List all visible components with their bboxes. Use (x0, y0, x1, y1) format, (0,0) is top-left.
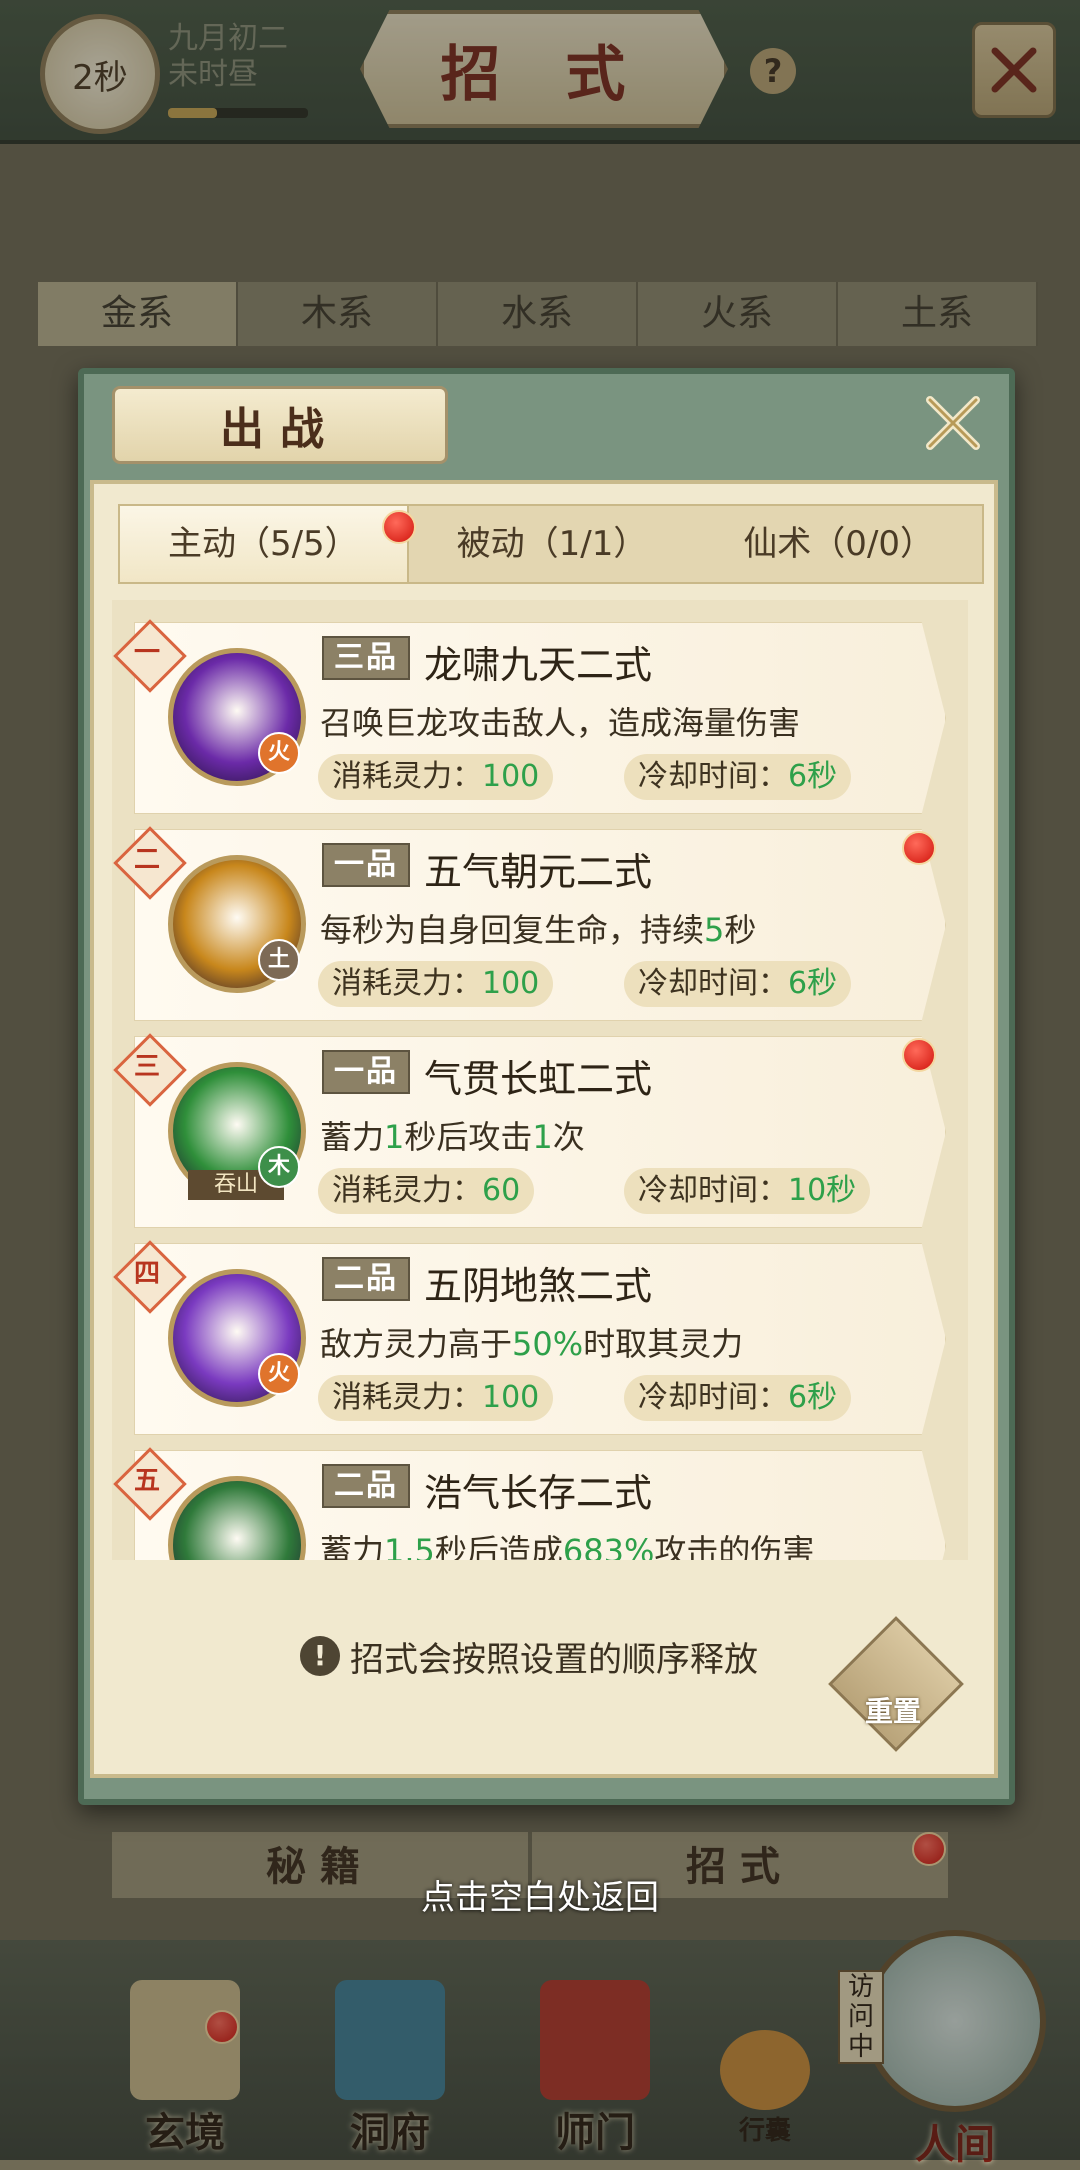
tap-to-return-hint: 点击空白处返回 (421, 1878, 659, 1918)
skill-list[interactable]: 一火三品 龙啸九天二式 召唤巨龙攻击敌人，造成海量伤害 消耗灵力：100 冷却时间：6秒… (112, 600, 968, 1560)
panel-close-button[interactable] (918, 388, 988, 458)
description-text: 蓄力 (320, 1532, 385, 1560)
grade-badge: 三品 (322, 636, 410, 680)
cooldown: 冷却时间：6秒 (624, 754, 852, 800)
cooldown-label: 冷却时间： (638, 1380, 788, 1415)
skill-description: 蓄力1.5秒后造成683%攻击的伤害 (320, 1526, 814, 1560)
mana-cost-value: 100 (482, 1380, 540, 1415)
mana-cost-label: 消耗灵力： (332, 966, 482, 1001)
mana-cost: 消耗灵力：100 (318, 754, 554, 800)
order-number: 五 (133, 1466, 160, 1496)
tab-label: 主动（5/5） (167, 524, 359, 564)
description-text: 敌方灵力高于 (320, 1325, 513, 1363)
skill-name: 浩气长存二式 (424, 1471, 653, 1515)
element-badge: 火 (258, 1353, 300, 1395)
mana-cost-value: 60 (482, 1173, 521, 1208)
mana-cost-value: 100 (482, 966, 540, 1001)
mana-cost: 消耗灵力：60 (318, 1168, 535, 1214)
cooldown-value: 6秒 (788, 966, 838, 1001)
highlight-value: 1 (384, 1118, 405, 1156)
skill-description: 每秒为自身回复生命，持续5秒 (320, 905, 756, 951)
description-text: 每秒为自身回复生命，持续 (320, 911, 705, 949)
highlight-value: 1.5 (384, 1532, 435, 1560)
info-icon: ! (300, 1636, 340, 1676)
cooldown-value: 6秒 (788, 1380, 838, 1415)
skill-notification-dot (902, 831, 936, 865)
description-text: 攻击的伤害 (654, 1532, 815, 1560)
reset-label: 重置 (864, 1695, 921, 1728)
grade-badge: 一品 (322, 1050, 410, 1094)
tab-immortal-arts[interactable]: 仙术（0/0） (695, 506, 982, 582)
highlight-value: 5 (704, 911, 725, 949)
order-number: 二 (133, 845, 160, 875)
tab-active-skills[interactable]: 主动（5/5） (120, 506, 409, 582)
cooldown-value: 10秒 (788, 1173, 857, 1208)
highlight-value: 50% (512, 1325, 584, 1363)
element-badge: 木 (258, 1146, 300, 1188)
skill-name: 五气朝元二式 (424, 850, 653, 894)
description-text: 蓄力 (320, 1118, 385, 1156)
close-icon (926, 396, 980, 450)
cooldown-value: 6秒 (788, 759, 838, 794)
description-text: 秒后造成 (434, 1532, 563, 1560)
skill-type-tabs: 主动（5/5） 被动（1/1） 仙术（0/0） (118, 504, 984, 584)
highlight-value: 683% (562, 1532, 655, 1560)
mana-cost-label: 消耗灵力： (332, 1173, 482, 1208)
cooldown-label: 冷却时间： (638, 1173, 788, 1208)
skill-name: 气贯长虹二式 (424, 1057, 653, 1101)
description-text: 时取其灵力 (583, 1325, 744, 1363)
element-badge: 火 (258, 732, 300, 774)
element-badge: 土 (258, 939, 300, 981)
skill-description: 敌方灵力高于50%时取其灵力 (320, 1319, 743, 1365)
active-tab-notification-dot (382, 510, 416, 544)
tab-passive-skills[interactable]: 被动（1/1） (409, 506, 696, 582)
cooldown: 冷却时间：10秒 (624, 1168, 871, 1214)
panel-title: 出战 (112, 386, 448, 464)
skill-description: 召唤巨龙攻击敌人，造成海量伤害 (320, 698, 800, 744)
highlight-value: 1 (532, 1118, 553, 1156)
grade-badge: 二品 (322, 1257, 410, 1301)
description-text: 召唤巨龙攻击敌人，造成海量伤害 (320, 704, 801, 742)
description-text: 秒后攻击 (404, 1118, 533, 1156)
grade-badge: 二品 (322, 1464, 410, 1508)
tab-label: 被动（1/1） (456, 524, 648, 564)
skill-notification-dot (902, 1038, 936, 1072)
skill-description: 蓄力1秒后攻击1次 (320, 1112, 585, 1158)
mana-cost: 消耗灵力：100 (318, 961, 554, 1007)
mana-cost: 消耗灵力：100 (318, 1375, 554, 1421)
order-hint: 招式会按照设置的顺序释放 (350, 1640, 758, 1680)
order-number: 一 (133, 638, 160, 668)
grade-badge: 一品 (322, 843, 410, 887)
order-number: 四 (133, 1259, 160, 1289)
description-text: 秒 (724, 911, 757, 949)
mana-cost-label: 消耗灵力： (332, 759, 482, 794)
tab-label: 仙术（0/0） (743, 524, 935, 564)
order-number: 三 (133, 1052, 160, 1082)
cooldown-label: 冷却时间： (638, 759, 788, 794)
skill-name: 龙啸九天二式 (424, 643, 653, 687)
skill-name: 五阴地煞二式 (424, 1264, 653, 1308)
mana-cost-label: 消耗灵力： (332, 1380, 482, 1415)
cooldown-label: 冷却时间： (638, 966, 788, 1001)
cooldown: 冷却时间：6秒 (624, 1375, 852, 1421)
cooldown: 冷却时间：6秒 (624, 961, 852, 1007)
description-text: 次 (552, 1118, 585, 1156)
mana-cost-value: 100 (482, 759, 540, 794)
